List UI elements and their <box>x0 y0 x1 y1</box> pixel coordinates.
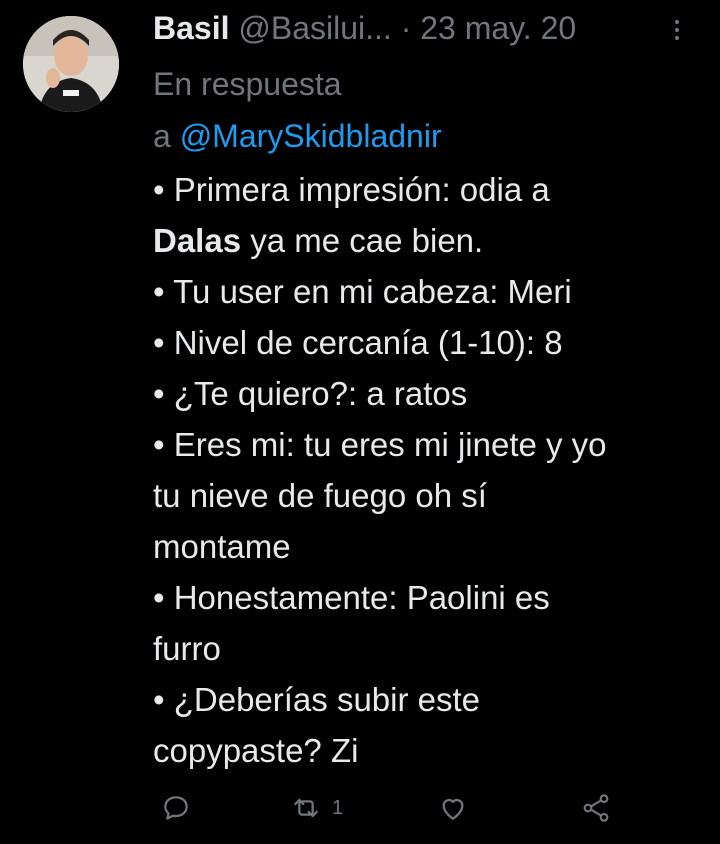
reply-context-label: En respuesta <box>153 66 342 102</box>
reply-context-prefix: a <box>153 118 171 154</box>
tweet-line: Dalas ya me cae bien. <box>153 215 693 266</box>
tweet-line: • Eres mi: tu eres mi jinete y yo <box>153 426 607 463</box>
like-button[interactable] <box>437 786 469 830</box>
tweet-bold-word: Dalas <box>153 222 242 259</box>
retweet-button[interactable]: 1 <box>290 786 343 830</box>
tweet-line: • ¿Te quiero?: a ratos <box>153 375 468 412</box>
tweet-line: tu nieve de fuego oh sí <box>153 477 487 514</box>
author-avatar[interactable] <box>23 16 119 112</box>
comment-icon <box>164 796 188 820</box>
more-options-icon[interactable] <box>670 18 684 42</box>
tweet-date[interactable]: 23 may. 20 <box>420 10 576 46</box>
heart-icon <box>442 798 464 820</box>
retweet-icon <box>294 798 318 818</box>
meta-separator: · <box>400 10 412 46</box>
tweet-line: montame <box>153 528 291 565</box>
author-name[interactable]: Basil <box>153 10 229 46</box>
author-handle[interactable]: @Basilui... <box>238 10 391 46</box>
reply-context: En respuesta a @MarySkidbladnir <box>153 58 673 162</box>
share-icon <box>583 794 609 822</box>
tweet-line: • ¿Deberías subir este <box>153 681 481 718</box>
share-button[interactable] <box>580 786 612 830</box>
tweet-line: • Honestamente: Paolini es <box>153 579 550 616</box>
tweet-line: copypaste? Zi <box>153 732 359 769</box>
tweet-line: furro <box>153 630 221 667</box>
tweet-header: Basil @Basilui... · 23 may. 20 <box>153 8 688 48</box>
tweet-line: • Tu user en mi cabeza: Meri <box>153 273 572 310</box>
reply-button[interactable] <box>160 786 192 830</box>
tweet-line: • Primera impresión: odia a <box>153 171 550 208</box>
tweet-actions: 1 <box>160 786 620 830</box>
reply-mention-link[interactable]: @MarySkidbladnir <box>180 118 442 154</box>
retweet-count: 1 <box>332 796 344 819</box>
avatar-image <box>23 16 119 112</box>
tweet-line-rest: ya me cae bien. <box>241 222 484 259</box>
tweet-text: • Primera impresión: odia a Dalas ya me … <box>153 164 693 776</box>
tweet-line: • Nivel de cercanía (1-10): 8 <box>153 324 563 361</box>
